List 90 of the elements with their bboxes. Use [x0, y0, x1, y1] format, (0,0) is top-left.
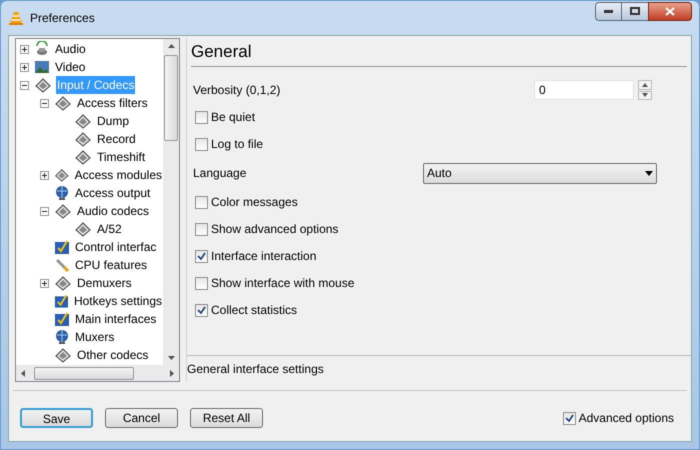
speaker-icon: [34, 41, 50, 57]
checkbox[interactable]: [195, 110, 208, 124]
checkbox[interactable]: [195, 138, 208, 150]
checkbox-label[interactable]: Color messages: [211, 193, 298, 211]
module-icon: [54, 275, 72, 291]
tree-item[interactable]: Muxers: [74, 328, 116, 346]
module-icon: [74, 221, 92, 237]
collapse-toggle[interactable]: [40, 206, 49, 216]
tree-item[interactable]: Hotkeys settings: [72, 292, 163, 310]
tree-item[interactable]: Timeshift: [96, 148, 146, 166]
plus-icon: [21, 64, 28, 70]
panel-description: General interface settings: [187, 361, 324, 378]
tree-item[interactable]: Dump: [96, 112, 130, 130]
globe-icon: [54, 185, 70, 201]
vertical-scrollbar[interactable]: [163, 39, 179, 365]
tree-item[interactable]: Access filters: [76, 94, 149, 112]
checkbox-label[interactable]: Be quiet: [211, 108, 256, 126]
dialog-button[interactable]: Save: [20, 408, 93, 428]
checkbox[interactable]: [562, 412, 576, 424]
setting-label: Verbosity (0,1,2): [193, 82, 282, 99]
horizontal-scrollbar[interactable]: [16, 365, 179, 381]
close-icon: [665, 6, 675, 16]
checklist-icon: [54, 293, 69, 309]
checkbox[interactable]: [195, 222, 208, 236]
plus-icon: [41, 172, 48, 178]
panel-title: General: [191, 38, 687, 66]
tree-item[interactable]: Main interfaces: [74, 310, 158, 328]
tree-item[interactable]: Video: [54, 58, 86, 76]
language-dropdown[interactable]: Auto: [423, 162, 657, 184]
expand-toggle[interactable]: [40, 170, 49, 180]
minimize-icon: [604, 10, 613, 12]
module-icon: [54, 167, 70, 183]
checkbox-label[interactable]: Log to file: [211, 135, 264, 153]
spin-field[interactable]: 0: [534, 80, 634, 100]
caret-icon: [645, 170, 653, 176]
window-title: Preferences: [30, 10, 96, 27]
checkbox[interactable]: [195, 196, 208, 208]
tree-item[interactable]: CPU features: [74, 256, 148, 274]
tree-item[interactable]: Audio codecs: [76, 202, 150, 220]
dialog-button[interactable]: Reset All: [190, 408, 263, 428]
checkbox[interactable]: [195, 250, 208, 262]
up-arrow-icon: [642, 82, 648, 87]
checklist-icon: [54, 311, 70, 327]
close-button[interactable]: [648, 2, 692, 20]
tree-item[interactable]: Access output: [74, 184, 152, 202]
maximize-button[interactable]: [622, 2, 648, 20]
collapse-toggle[interactable]: [40, 98, 49, 108]
landscape-icon: [34, 59, 50, 75]
module-icon: [74, 131, 92, 147]
dialog-button[interactable]: Cancel: [105, 408, 178, 428]
tree-item[interactable]: Audio: [54, 40, 87, 58]
down-arrow-icon: [642, 93, 648, 98]
checkbox-label[interactable]: Interface interaction: [211, 247, 316, 265]
setting-label: Language: [193, 165, 248, 182]
minimize-button[interactable]: [595, 2, 622, 20]
checkbox-label[interactable]: Advanced options: [578, 409, 674, 427]
checkbox[interactable]: [195, 304, 208, 316]
checkbox[interactable]: [195, 276, 208, 290]
maximize-icon: [630, 7, 640, 15]
module-icon: [34, 77, 52, 93]
checklist-icon: [54, 239, 70, 255]
module-icon: [74, 149, 92, 165]
globe-icon: [54, 329, 70, 345]
checkmark-icon: [197, 306, 206, 314]
plus-icon: [21, 46, 28, 52]
expand-toggle[interactable]: [40, 278, 49, 288]
tree-item[interactable]: Access modules: [74, 166, 163, 184]
module-icon: [54, 203, 72, 219]
scrollbar-thumb[interactable]: [34, 366, 134, 380]
tree-item[interactable]: Other codecs: [76, 346, 150, 364]
tree-item[interactable]: Control interfac: [74, 238, 158, 256]
checkmark-icon: [197, 252, 206, 260]
tree-item[interactable]: Record: [96, 130, 137, 148]
checkmark-icon: [564, 414, 574, 422]
expand-toggle[interactable]: [20, 44, 29, 54]
expand-toggle[interactable]: [20, 62, 29, 72]
checkbox-label[interactable]: Show advanced options: [211, 220, 338, 238]
plus-icon: [41, 280, 48, 286]
traffic-cone-icon: [8, 10, 24, 26]
tree-item[interactable]: A/52: [96, 220, 123, 238]
module-icon: [74, 113, 92, 129]
checkbox-label[interactable]: Collect statistics: [211, 301, 298, 319]
scrollbar-thumb[interactable]: [164, 55, 178, 141]
module-icon: [54, 95, 72, 111]
module-icon: [54, 347, 72, 363]
spin-arrows[interactable]: [638, 80, 652, 100]
wrench-icon: [54, 257, 70, 273]
tree-item[interactable]: Demuxers: [76, 274, 133, 292]
collapse-toggle[interactable]: [20, 80, 29, 90]
checkbox-label[interactable]: Show interface with mouse: [211, 274, 354, 292]
